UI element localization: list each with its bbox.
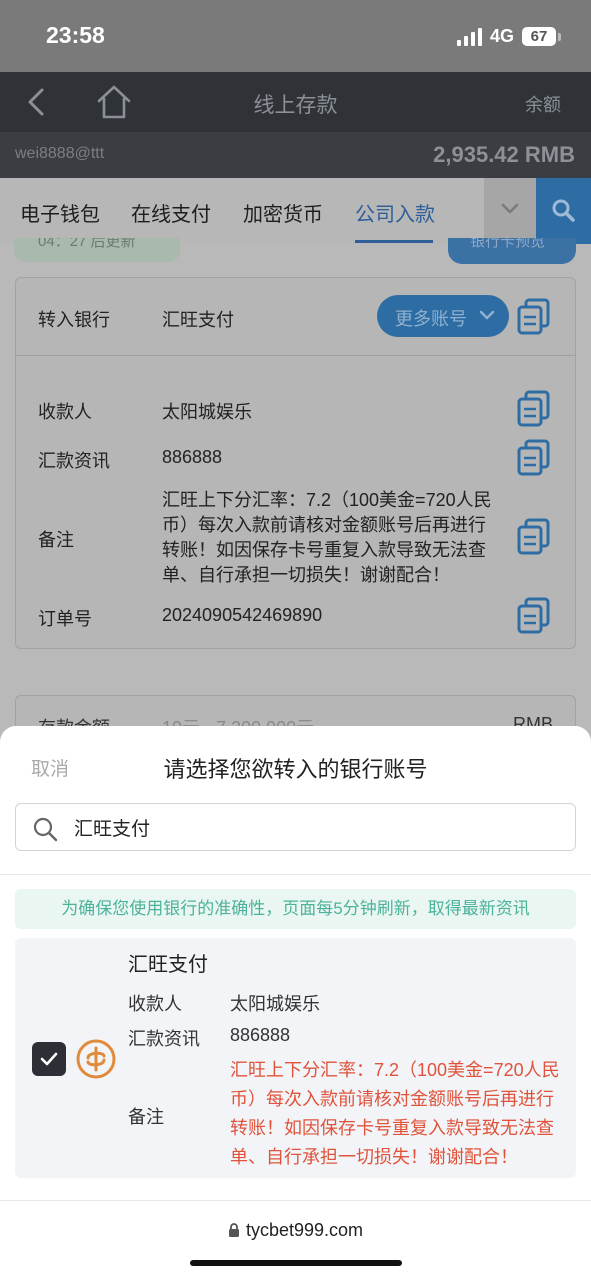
more-accounts-button[interactable]: 更多账号 <box>377 295 509 337</box>
account-balance: 2,935.42 RMB <box>433 142 575 167</box>
chevron-down-icon <box>501 203 519 214</box>
bank-account-picker-sheet: 取消 请选择您欲转入的银行账号 为确保您使用银行的准确性，页面每5分钟刷新，取得… <box>0 726 591 1280</box>
nav-bar: 线上存款 余额 <box>0 72 591 132</box>
remark-value: 汇旺上下分汇率：7.2（100美金=720人民币）每次入款前请核对金额账号后再进… <box>162 490 492 585</box>
footer-divider <box>0 1200 591 1201</box>
account-username: wei8888@ttt <box>15 145 105 162</box>
battery-icon: 67 <box>522 27 561 46</box>
bank-account-option[interactable]: 汇旺支付 收款人 太阳城娱乐 汇款资讯 886888 备注 汇旺上下分汇率：7.… <box>15 938 576 1178</box>
battery-level: 67 <box>522 27 556 46</box>
bank-value: 汇旺支付 <box>162 310 234 330</box>
remit-info-label: 汇款资讯 <box>38 451 110 471</box>
bank-info-card: 转入银行 汇旺支付 更多账号 收款人 太阳城娱乐 汇款资讯 886888 备注 … <box>15 277 576 649</box>
copy-icon[interactable] <box>516 517 552 555</box>
option-bank-name: 汇旺支付 <box>128 954 208 976</box>
card-divider <box>16 355 575 356</box>
payee-label: 收款人 <box>38 402 92 422</box>
copy-icon[interactable] <box>516 297 552 335</box>
status-bar: 23:58 4G 67 <box>0 0 591 72</box>
home-indicator[interactable] <box>190 1260 402 1266</box>
remit-info-value: 886888 <box>162 447 223 467</box>
url-text: tycbet999.com <box>245 1220 364 1240</box>
check-icon <box>40 1052 58 1066</box>
option-info-label: 汇款资讯 <box>128 1029 200 1049</box>
search-icon <box>552 199 575 222</box>
tabs-more-button[interactable] <box>484 178 536 244</box>
remark-label: 备注 <box>38 530 74 550</box>
search-icon <box>33 817 58 842</box>
payment-coin-icon <box>76 1039 116 1079</box>
chevron-down-icon <box>479 310 495 320</box>
tab-company-deposit[interactable]: 公司入款 <box>355 198 435 227</box>
signal-icon <box>456 27 482 46</box>
status-time: 23:58 <box>46 22 105 48</box>
search-button[interactable] <box>536 178 591 244</box>
network-type: 4G <box>489 26 514 46</box>
bank-label: 转入银行 <box>38 310 110 330</box>
selected-checkbox[interactable] <box>32 1042 66 1076</box>
tab-crypto[interactable]: 加密货币 <box>243 198 323 227</box>
option-payee-label: 收款人 <box>128 994 182 1014</box>
sheet-title: 请选择您欲转入的银行账号 <box>163 757 428 782</box>
tab-online-payment[interactable]: 在线支付 <box>131 198 211 227</box>
copy-icon[interactable] <box>516 438 552 476</box>
tab-e-wallet[interactable]: 电子钱包 <box>20 198 100 227</box>
sheet-divider <box>0 874 591 875</box>
balance-link[interactable]: 余额 <box>525 91 561 117</box>
refresh-notice: 为确保您使用银行的准确性，页面每5分钟刷新，取得最新资讯 <box>15 889 576 929</box>
lock-icon <box>228 1223 239 1237</box>
option-payee-value: 太阳城娱乐 <box>230 994 320 1014</box>
payment-tabs: 电子钱包 在线支付 加密货币 公司入款 <box>0 178 591 244</box>
copy-icon[interactable] <box>516 389 552 427</box>
status-indicators: 4G 67 <box>456 26 561 47</box>
search-input[interactable] <box>74 816 554 838</box>
payee-value: 太阳城娱乐 <box>162 402 252 422</box>
url-bar[interactable]: tycbet999.com <box>0 1220 591 1241</box>
page-title: 线上存款 <box>253 94 338 117</box>
order-number-label: 订单号 <box>38 609 92 629</box>
card-preview-button[interactable]: 银行卡预览 <box>448 238 576 264</box>
option-info-value: 886888 <box>230 1025 291 1045</box>
account-bar: wei8888@ttt 2,935.42 RMB <box>0 132 591 178</box>
order-number-value: 2024090542469890 <box>162 605 323 625</box>
option-note-label: 备注 <box>128 1107 164 1127</box>
refresh-timer-badge: 04：27 后更新 <box>14 238 180 262</box>
option-note-value: 汇旺上下分汇率：7.2（100美金=720人民币）每次入款前请核对金额账号后再进… <box>230 1060 560 1167</box>
active-tab-indicator <box>355 240 433 243</box>
account-search-field[interactable] <box>15 803 576 851</box>
copy-icon[interactable] <box>516 596 552 634</box>
